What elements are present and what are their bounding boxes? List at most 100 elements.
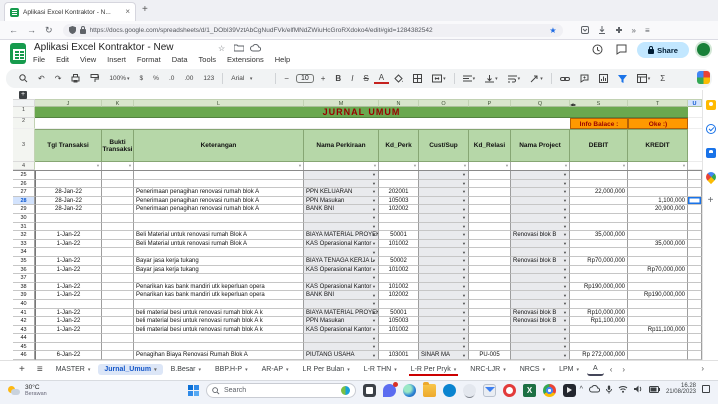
- menu-edit[interactable]: Edit: [56, 55, 69, 64]
- grid-cell-U-38[interactable]: [688, 283, 702, 292]
- info-balance-value-cell[interactable]: Oke :): [628, 118, 688, 129]
- grid-cell-cust-37[interactable]: ▼: [419, 274, 469, 283]
- grid-cell-kd-46[interactable]: 103001: [379, 351, 419, 360]
- grid-cell-cust-43[interactable]: ▼: [419, 326, 469, 335]
- new-tab-button[interactable]: +: [142, 4, 148, 15]
- filter-cell-date[interactable]: ▼: [35, 162, 102, 170]
- dropdown-arrow-icon[interactable]: ▼: [372, 251, 376, 255]
- grid-cell-debit-31[interactable]: [570, 223, 628, 232]
- grid-cell-debit-43[interactable]: [570, 326, 628, 335]
- forward-button[interactable]: →: [27, 25, 36, 35]
- grid-cell-perk-26[interactable]: ▼: [304, 180, 379, 189]
- filter-views-icon[interactable]: ▾: [632, 74, 656, 83]
- grid-cell-date-26[interactable]: [35, 180, 102, 189]
- dropdown-arrow-icon[interactable]: ▼: [563, 216, 567, 220]
- more-formats-button[interactable]: 123: [198, 75, 219, 82]
- grid-cell-bukti-25[interactable]: [102, 171, 134, 180]
- grid-cell-kredit-37[interactable]: [628, 274, 688, 283]
- grid-cell-debit-29[interactable]: [570, 205, 628, 214]
- grid-cell-perk-29[interactable]: BANK BNI▼: [304, 205, 379, 214]
- grid-cell-bukti-33[interactable]: [102, 240, 134, 249]
- row-header[interactable]: 1: [13, 107, 35, 118]
- tab-menu-icon[interactable]: ▾: [394, 367, 397, 373]
- grid-cell-ket-28[interactable]: Penerimaan penagihan renovasi rumah blok…: [134, 197, 304, 206]
- grid-cell-U-39[interactable]: [688, 291, 702, 300]
- row-header-39[interactable]: 39: [13, 291, 35, 300]
- grid-cell-bukti-36[interactable]: [102, 266, 134, 275]
- grid-cell-kredit-38[interactable]: [628, 283, 688, 292]
- volume-icon[interactable]: [634, 385, 643, 393]
- grid-cell-kd-40[interactable]: [379, 300, 419, 309]
- grid-cell-debit-42[interactable]: Rp1,100,000: [570, 317, 628, 326]
- overflow-chevrons-icon[interactable]: »: [632, 26, 636, 35]
- sheet-tab-bbp-h-p[interactable]: BBP.H-P▾: [209, 364, 254, 375]
- dropdown-arrow-icon[interactable]: ▼: [372, 285, 376, 289]
- grid-cell-ket-25[interactable]: [134, 171, 304, 180]
- grid-cell-perk-33[interactable]: KAS Operasional Kantor▼: [304, 240, 379, 249]
- dropdown-arrow-icon[interactable]: ▼: [372, 337, 376, 341]
- filter-cell-debit[interactable]: ▼: [570, 162, 628, 170]
- filter-dropdown-icon[interactable]: ▼: [298, 164, 302, 168]
- grid-cell-cust-38[interactable]: ▼: [419, 283, 469, 292]
- dropdown-arrow-icon[interactable]: ▼: [563, 268, 567, 272]
- bookmark-star-icon[interactable]: ★: [549, 26, 556, 35]
- dropdown-arrow-icon[interactable]: ▼: [372, 190, 376, 194]
- grid-cell-proj-37[interactable]: ▼: [511, 274, 570, 283]
- dropdown-arrow-icon[interactable]: ▼: [372, 311, 376, 315]
- sheet-title-cell[interactable]: JURNAL UMUM: [35, 107, 688, 118]
- dropdown-arrow-icon[interactable]: ▼: [372, 173, 376, 177]
- row-header-31[interactable]: 31: [13, 223, 35, 232]
- grid-cell-kd-25[interactable]: [379, 171, 419, 180]
- row-header-33[interactable]: 33: [13, 240, 35, 249]
- grid-cell-debit-41[interactable]: Rp10,000,000: [570, 309, 628, 318]
- row-header-27[interactable]: 27: [13, 188, 35, 197]
- battery-icon[interactable]: [649, 386, 660, 393]
- menu-format[interactable]: Format: [137, 55, 161, 64]
- grid-cell-kredit-34[interactable]: [628, 248, 688, 257]
- grid-cell-U-35[interactable]: [688, 257, 702, 266]
- grid-cell-proj-36[interactable]: ▼: [511, 266, 570, 275]
- grid-cell-date-35[interactable]: 1-Jan-22: [35, 257, 102, 266]
- menu-file[interactable]: File: [33, 55, 45, 64]
- filter-dropdown-icon[interactable]: ▼: [413, 164, 417, 168]
- grid-cell-ket-41[interactable]: beli material besi untuk renovasi rumah …: [134, 309, 304, 318]
- url-bar[interactable]: https://docs.google.com/spreadsheets/d/1…: [63, 24, 563, 37]
- menu-help[interactable]: Help: [275, 55, 290, 64]
- sheet-tab-ar-ap[interactable]: AR-AP▾: [256, 364, 295, 375]
- dropdown-arrow-icon[interactable]: ▼: [563, 276, 567, 280]
- grid-cell-ket-38[interactable]: Penarikan kas bank mandiri utk keperluan…: [134, 283, 304, 292]
- dropdown-arrow-icon[interactable]: ▼: [563, 182, 567, 186]
- search-menus-icon[interactable]: [14, 74, 33, 83]
- grid-cell-debit-46[interactable]: Rp 272,000,000: [570, 351, 628, 360]
- grid-cell-cust-39[interactable]: ▼: [419, 291, 469, 300]
- grid-cell-U-34[interactable]: [688, 248, 702, 257]
- grid-cell-date-40[interactable]: [35, 300, 102, 309]
- dropdown-arrow-icon[interactable]: ▼: [372, 199, 376, 203]
- grid-cell-kd-43[interactable]: 101002: [379, 326, 419, 335]
- grid-cell-perk-42[interactable]: PPN Masukan▼: [304, 317, 379, 326]
- tab-menu-icon[interactable]: ▾: [454, 367, 457, 373]
- borders-icon[interactable]: [408, 74, 427, 83]
- grid-cell-rel-46[interactable]: PU-005: [469, 351, 511, 360]
- sheet-tab-lr-per-bulan[interactable]: LR Per Bulan▾: [297, 364, 356, 375]
- dropdown-arrow-icon[interactable]: ▼: [372, 233, 376, 237]
- table-header-date[interactable]: Tgl Transaksi: [35, 129, 102, 162]
- filter-dropdown-icon[interactable]: ▼: [682, 164, 686, 168]
- grid-cell-perk-39[interactable]: BANK BNI▼: [304, 291, 379, 300]
- tab-menu-icon[interactable]: ▾: [198, 367, 201, 373]
- grid-cell-kredit-36[interactable]: Rp70,000,000: [628, 266, 688, 275]
- sheet-tab-nrcs[interactable]: NRCS▾: [514, 364, 551, 375]
- format-percent-button[interactable]: %: [148, 75, 164, 82]
- file-explorer-icon[interactable]: [423, 384, 436, 397]
- grid-cell-perk-30[interactable]: ▼: [304, 214, 379, 223]
- sheet-tab-nrc-ljr[interactable]: NRC-LJR▾: [464, 364, 511, 375]
- expand-group-button[interactable]: +: [19, 91, 27, 99]
- dropdown-arrow-icon[interactable]: ▼: [462, 337, 466, 341]
- paint-format-icon[interactable]: [85, 74, 104, 83]
- excel-icon[interactable]: X: [523, 384, 536, 397]
- grid-cell[interactable]: [688, 118, 702, 129]
- text-color-button[interactable]: A: [374, 74, 389, 84]
- grid-cell-perk-45[interactable]: ▼: [304, 343, 379, 352]
- filter-dropdown-icon[interactable]: ▼: [622, 164, 626, 168]
- grid-cell-rel-45[interactable]: [469, 343, 511, 352]
